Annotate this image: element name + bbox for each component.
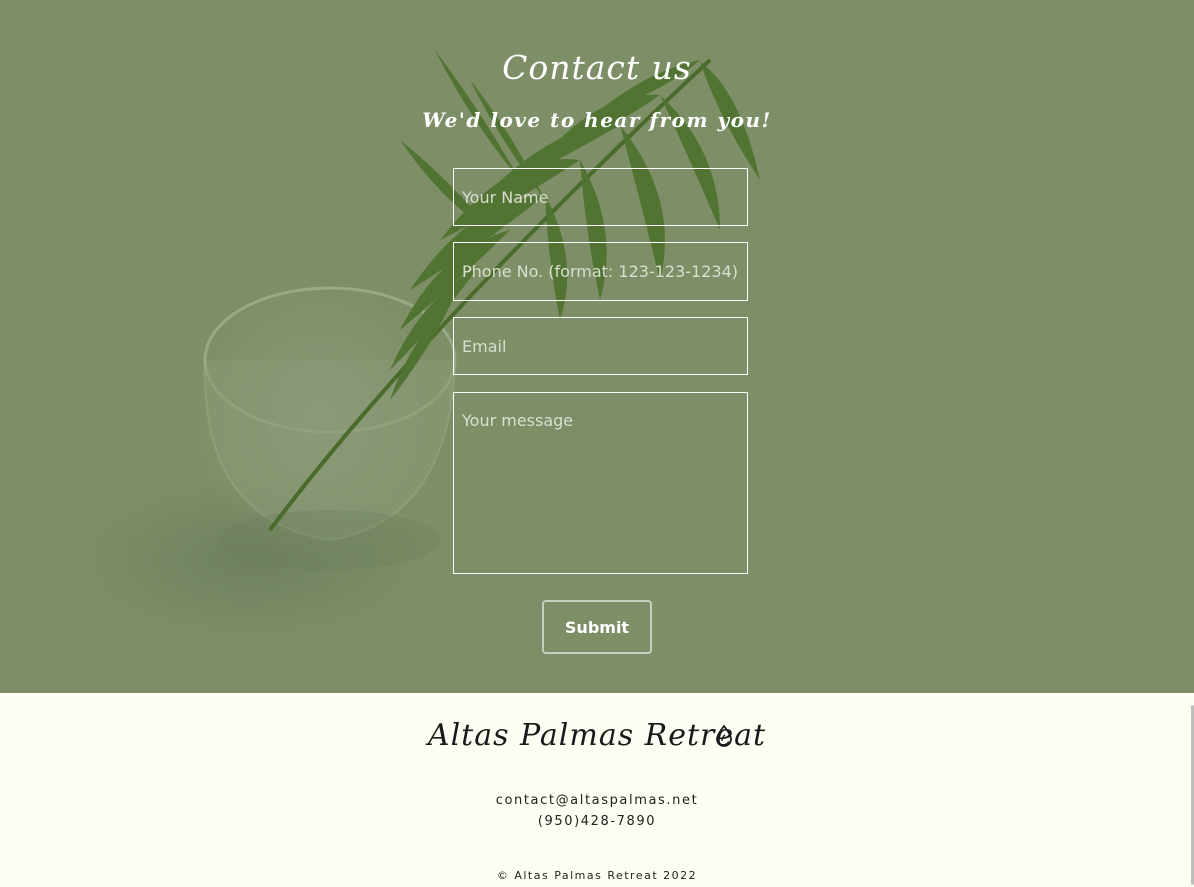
footer-phone[interactable]: (950)428-7890 <box>0 814 1194 829</box>
page-subtitle: We'd love to hear from you! <box>422 108 772 132</box>
submit-button[interactable]: Submit <box>542 600 652 654</box>
copyright: © Altas Palmas Retreat 2022 <box>496 869 698 882</box>
footer: Altas Palmas Retreat contact@altaspalmas… <box>0 693 1194 887</box>
page-title: Contact us <box>502 48 692 87</box>
message-textarea[interactable] <box>453 392 748 574</box>
phone-input[interactable] <box>453 242 748 301</box>
contact-section: Contact us We'd love to hear from you! S… <box>0 0 1194 693</box>
water-drop-icon <box>716 725 732 747</box>
brand-logo-text: Altas Palmas Retreat <box>427 718 767 753</box>
footer-email[interactable]: contact@altaspalmas.net <box>0 793 1194 808</box>
email-input[interactable] <box>453 317 748 375</box>
name-input[interactable] <box>453 168 748 226</box>
